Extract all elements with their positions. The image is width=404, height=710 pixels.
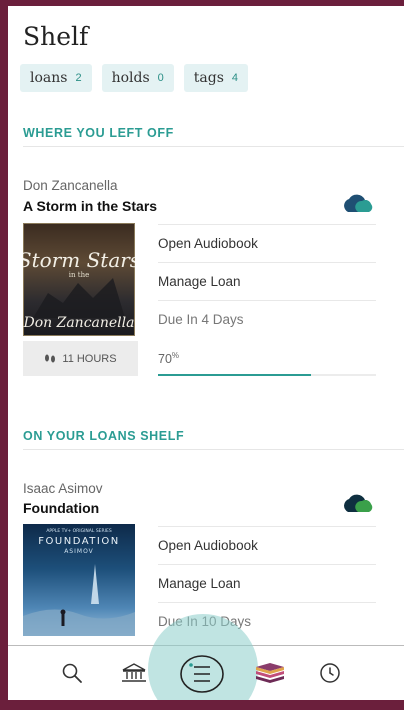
nav-books[interactable] — [252, 658, 288, 688]
book-cover-foundation[interactable]: APPLE TV+ ORIGINAL SERIES FOUNDATION ASI… — [23, 524, 135, 636]
footprints-icon — [45, 354, 56, 362]
open-audiobook-button[interactable]: Open Audiobook — [158, 526, 376, 564]
filter-chips: loans 2 holds 0 tags 4 — [20, 64, 249, 92]
section-header-left-off: WHERE YOU LEFT OFF — [23, 126, 174, 140]
section-divider — [23, 146, 404, 147]
due-date-label: Due In 4 Days — [158, 300, 376, 338]
bottom-nav — [8, 614, 404, 700]
chip-label: loans — [30, 70, 68, 86]
progress-label: 70% — [158, 351, 179, 366]
search-icon — [62, 663, 82, 683]
manage-loan-button[interactable]: Manage Loan — [158, 262, 376, 300]
duration-button[interactable]: 11 HOURS — [23, 341, 138, 376]
cover-author-text: ASIMOV — [64, 548, 94, 555]
nav-history[interactable] — [314, 658, 346, 688]
cover-author-text: Don Zancanella — [23, 315, 135, 331]
clock-icon — [320, 663, 340, 683]
section-divider — [23, 449, 404, 450]
cover-art: Storm Stars in the Don Zancanella — [23, 223, 135, 336]
cloud-icon — [344, 494, 373, 512]
chip-loans[interactable]: loans 2 — [20, 64, 92, 92]
nav-search[interactable] — [56, 658, 88, 688]
book-title[interactable]: A Storm in the Stars — [23, 198, 157, 214]
section-header-loans-shelf: ON YOUR LOANS SHELF — [23, 429, 185, 443]
progress-percent-sign: % — [171, 351, 180, 360]
open-audiobook-button[interactable]: Open Audiobook — [158, 224, 376, 262]
cover-title-text: FOUNDATION — [38, 536, 119, 547]
menu-icon — [180, 655, 224, 693]
cover-title-text: Storm Stars — [23, 248, 135, 272]
page-title: Shelf — [23, 22, 89, 51]
progress-fill — [158, 374, 311, 376]
cover-sub-text: in the — [69, 271, 89, 279]
chip-holds[interactable]: holds 0 — [101, 64, 174, 92]
book-author: Don Zancanella — [23, 178, 118, 193]
app-screen: Shelf loans 2 holds 0 tags 4 WHERE YOU L… — [8, 6, 404, 700]
book-cover-storm[interactable]: Storm Stars in the Don Zancanella — [23, 223, 135, 336]
chip-count: 4 — [231, 72, 239, 84]
cover-art: APPLE TV+ ORIGINAL SERIES FOUNDATION ASI… — [23, 528, 135, 636]
cloud-icon — [344, 194, 373, 212]
book-author: Isaac Asimov — [23, 481, 103, 496]
chip-count: 2 — [75, 72, 82, 84]
library-icon — [122, 663, 146, 682]
books-icon — [256, 663, 284, 683]
nav-library[interactable] — [118, 658, 150, 688]
progress-bar — [158, 374, 376, 376]
progress-value: 70 — [158, 352, 172, 367]
chip-label: tags — [193, 70, 224, 86]
chip-label: holds — [111, 70, 150, 86]
chip-tags[interactable]: tags 4 — [183, 64, 249, 92]
manage-loan-button[interactable]: Manage Loan — [158, 564, 376, 602]
book-actions: Open Audiobook Manage Loan Due In 4 Days — [158, 224, 376, 338]
cover-top-text: APPLE TV+ ORIGINAL SERIES — [46, 528, 112, 534]
chip-count: 0 — [157, 72, 164, 84]
book-title[interactable]: Foundation — [23, 500, 99, 516]
nav-shelf-menu[interactable] — [178, 652, 226, 696]
duration-text: 11 HOURS — [62, 352, 117, 365]
